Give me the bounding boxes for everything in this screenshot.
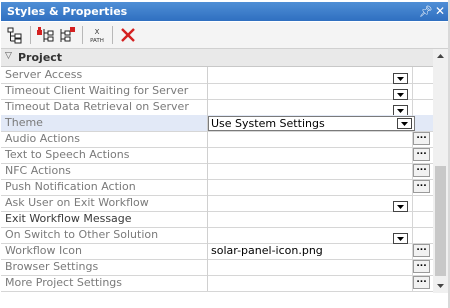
- toolbar-separator: [82, 26, 83, 44]
- ellipsis-button[interactable]: ...: [413, 132, 430, 145]
- toolbar-separator: [112, 26, 113, 44]
- column-separator: [207, 163, 208, 179]
- property-row[interactable]: Timeout Data Retrieval on Server: [1, 99, 433, 116]
- property-value[interactable]: solar-panel-icon.png: [211, 244, 323, 257]
- column-separator: [207, 275, 208, 291]
- column-separator: [412, 227, 413, 243]
- property-name: Timeout Client Waiting for Server: [5, 84, 189, 97]
- column-separator: [207, 195, 208, 211]
- scroll-up-arrow-icon[interactable]: [433, 49, 448, 64]
- property-name: Browser Settings: [5, 260, 99, 273]
- scroll-down-arrow-icon[interactable]: [433, 278, 448, 293]
- property-row[interactable]: More Project Settings...: [1, 275, 433, 292]
- toolbar: X PATH: [1, 22, 449, 49]
- column-separator: [207, 83, 208, 99]
- ellipsis-button[interactable]: ...: [413, 244, 430, 257]
- collapse-icon[interactable]: ▽: [5, 51, 12, 61]
- panel-title-bar: Styles & Properties 📌︎ ✕: [1, 2, 449, 21]
- property-row[interactable]: Theme Use System Settings: [1, 115, 433, 132]
- dropdown-arrow-icon[interactable]: [393, 101, 408, 116]
- property-name: Theme: [5, 116, 43, 129]
- dropdown-arrow-icon[interactable]: [393, 197, 408, 212]
- property-grid: ▽ Project Server Access Timeout Client Wa…: [1, 49, 433, 293]
- property-name: NFC Actions: [5, 164, 71, 177]
- dropdown-arrow-icon[interactable]: [397, 118, 412, 129]
- ellipsis-button[interactable]: ...: [413, 260, 430, 273]
- dropdown-arrow-icon[interactable]: [393, 85, 408, 100]
- styles-properties-panel: Styles & Properties 📌︎ ✕ X PATH ▽ Projec…: [0, 0, 450, 308]
- column-separator: [207, 243, 208, 259]
- property-name: Push Notification Action: [5, 180, 136, 193]
- property-row[interactable]: Browser Settings...: [1, 259, 433, 276]
- dropdown-arrow-icon[interactable]: [393, 229, 408, 244]
- delete-icon[interactable]: [118, 25, 138, 45]
- property-name: Timeout Data Retrieval on Server: [5, 100, 189, 113]
- column-separator: [412, 195, 413, 211]
- add-item-alt-icon[interactable]: [57, 25, 77, 45]
- section-header-project[interactable]: ▽ Project: [1, 49, 433, 67]
- column-separator: [207, 259, 208, 275]
- toolbar-separator: [30, 26, 31, 44]
- theme-select[interactable]: Use System Settings: [208, 116, 415, 131]
- scrollbar-thumb[interactable]: [435, 166, 446, 276]
- property-name: On Switch to Other Solution: [5, 228, 159, 241]
- ellipsis-button[interactable]: ...: [413, 180, 430, 193]
- property-name: Audio Actions: [5, 132, 80, 145]
- xpath-icon[interactable]: X PATH: [87, 25, 107, 45]
- property-row[interactable]: Audio Actions...: [1, 131, 433, 148]
- property-row[interactable]: Timeout Client Waiting for Server: [1, 83, 433, 100]
- xpath-label-bottom: PATH: [90, 38, 104, 44]
- column-separator: [207, 179, 208, 195]
- column-separator: [412, 211, 413, 227]
- property-name: Workflow Icon: [5, 244, 82, 257]
- column-separator: [207, 99, 208, 115]
- pin-icon[interactable]: 📌︎: [419, 5, 433, 18]
- property-value: Use System Settings: [211, 117, 325, 130]
- property-row[interactable]: Push Notification Action...: [1, 179, 433, 196]
- column-separator: [207, 227, 208, 243]
- add-item-icon[interactable]: [35, 25, 55, 45]
- column-separator: [412, 83, 413, 99]
- property-name: Server Access: [5, 68, 83, 81]
- column-separator: [412, 67, 413, 83]
- property-row[interactable]: Ask User on Exit Workflow: [1, 195, 433, 212]
- property-name: Text to Speech Actions: [5, 148, 130, 161]
- column-separator: [207, 131, 208, 147]
- vertical-scrollbar[interactable]: [433, 49, 448, 293]
- column-separator: [412, 99, 413, 115]
- property-name: Ask User on Exit Workflow: [5, 196, 149, 209]
- tree-view-icon[interactable]: [5, 25, 25, 45]
- property-row[interactable]: NFC Actions...: [1, 163, 433, 180]
- section-label: Project: [18, 51, 63, 64]
- property-row[interactable]: Workflow Icon solar-panel-icon.png...: [1, 243, 433, 260]
- ellipsis-button[interactable]: ...: [413, 276, 430, 289]
- ellipsis-button[interactable]: ...: [413, 148, 430, 161]
- panel-title: Styles & Properties: [7, 5, 128, 18]
- ellipsis-button[interactable]: ...: [413, 164, 430, 177]
- close-icon[interactable]: ✕: [435, 4, 445, 18]
- xpath-label-top: X: [95, 28, 100, 36]
- property-name: More Project Settings: [5, 276, 123, 289]
- property-row[interactable]: On Switch to Other Solution: [1, 227, 433, 244]
- column-separator: [207, 147, 208, 163]
- dropdown-arrow-icon[interactable]: [393, 69, 408, 84]
- column-separator: [207, 67, 208, 83]
- property-row[interactable]: Exit Workflow Message: [1, 211, 433, 228]
- property-name: Exit Workflow Message: [5, 212, 132, 225]
- property-row[interactable]: Text to Speech Actions...: [1, 147, 433, 164]
- property-row[interactable]: Server Access: [1, 67, 433, 84]
- column-separator: [207, 211, 208, 227]
